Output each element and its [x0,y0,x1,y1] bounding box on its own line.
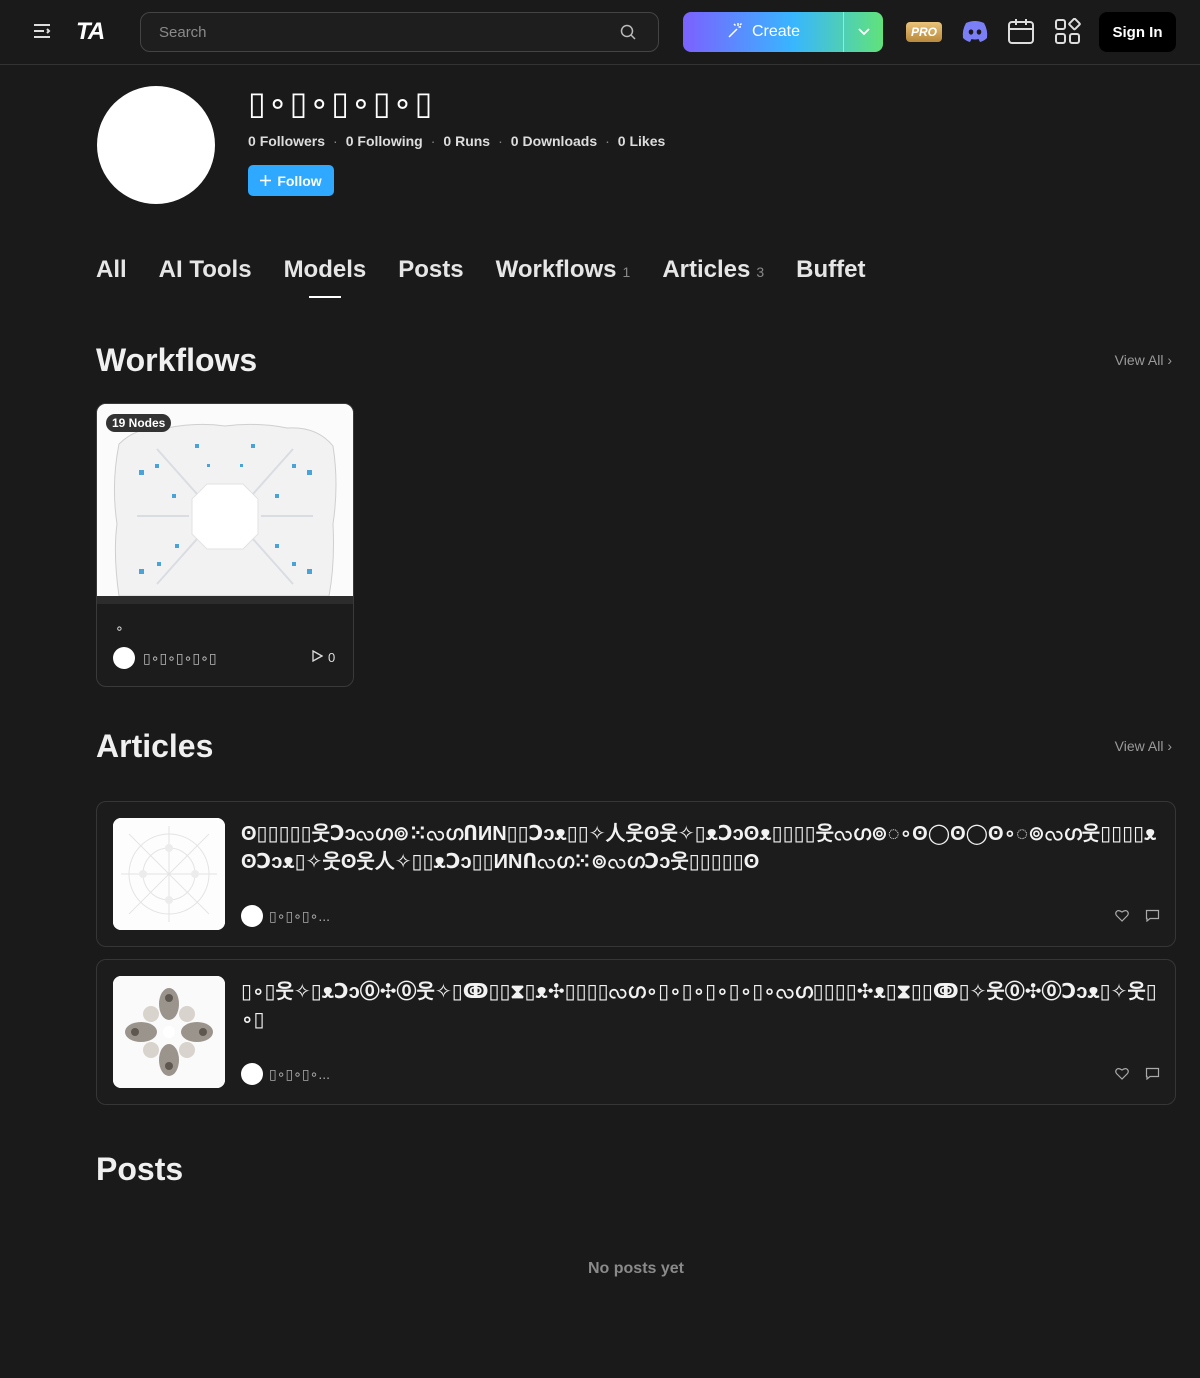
tab-all[interactable]: All [96,256,127,284]
posts-section-title: Posts [96,1151,184,1187]
profile-stats: 0 Followers · 0 Following · 0 Runs · 0 D… [248,133,665,149]
workflow-title: ∘ [115,620,124,636]
avatar [241,1063,263,1085]
chevron-right-icon: › [1167,352,1172,368]
workflows-view-all-link[interactable]: View All › [1115,352,1172,368]
profile-avatar [97,86,215,204]
search-icon[interactable] [620,24,638,42]
workflow-thumbnail: 19 Nodes [97,404,353,597]
nodes-count-badge: 19 Nodes [106,414,172,432]
tab-models[interactable]: Models [284,256,366,298]
tab-count: 3 [756,264,765,280]
follow-button[interactable]: Follow [248,165,334,196]
pro-badge[interactable]: PRO [906,22,942,42]
avatar [113,647,135,669]
stat-downloads: 0 Downloads [510,133,598,149]
chevron-down-icon [857,23,870,41]
tab-workflows[interactable]: Workflows 1 [496,256,631,284]
stat-separator: · [333,133,338,149]
wand-icon [726,21,744,44]
workflow-author[interactable]: ▯∘▯∘▯∘▯∘▯ [113,647,217,669]
workflows-section-title: Workflows [96,342,258,378]
posts-empty-state: No posts yet [587,1260,684,1277]
stat-following[interactable]: 0 Following [346,133,423,149]
heart-icon[interactable] [1115,909,1129,923]
create-button[interactable]: Create [683,12,843,52]
play-icon [312,649,324,665]
author-name: ▯∘▯∘▯∘▯∘▯ [143,649,217,666]
heart-icon[interactable] [1115,1067,1129,1081]
profile-name: ▯∘▯∘▯∘▯∘▯ [248,85,435,121]
plus-icon [260,173,272,189]
search-input[interactable] [159,13,599,51]
workflow-card[interactable]: 19 Nodes [96,403,354,687]
articles-view-all-link[interactable]: View All › [1115,738,1172,754]
tab-count: 1 [622,264,631,280]
article-author[interactable]: ▯∘▯∘▯∘... [241,1063,330,1085]
article-card[interactable]: ▯∘▯웃✧▯ᴥↃↄ⓪✣⓪웃✧▯ↂ▯▯⧗▯ᴥ✣▯▯▯▯လഗ∘▯∘▯∘▯∘▯∘▯∘လ… [96,959,1176,1105]
stat-runs: 0 Runs [443,133,491,149]
stat-likes: 0 Likes [617,133,666,149]
tab-buffet[interactable]: Buffet [796,256,865,284]
tab-posts[interactable]: Posts [398,256,463,284]
stat-separator: · [498,133,503,149]
discord-icon[interactable] [960,18,990,48]
articles-section-title: Articles [96,728,214,764]
stat-followers[interactable]: 0 Followers [248,133,325,149]
article-title: ▯∘▯웃✧▯ᴥↃↄ⓪✣⓪웃✧▯ↂ▯▯⧗▯ᴥ✣▯▯▯▯လഗ∘▯∘▯∘▯∘▯∘▯∘လ… [241,981,1157,1031]
author-name: ▯∘▯∘▯∘... [269,1065,331,1082]
article-thumbnail [113,818,225,930]
create-dropdown-button[interactable] [843,12,883,52]
avatar [241,905,263,927]
search-box [140,12,659,52]
workflow-run-count: 0 [312,649,335,665]
apps-icon[interactable] [1054,17,1084,48]
author-name: ▯∘▯∘▯∘... [269,907,331,924]
tab-articles[interactable]: Articles 3 [662,256,764,284]
comment-icon[interactable] [1145,1067,1160,1081]
create-button-group: Create [683,12,883,52]
chevron-right-icon: › [1167,738,1172,754]
profile-tabs: All AI Tools Models Posts Workflows 1 Art… [96,256,865,298]
follow-label: Follow [277,172,322,189]
article-card[interactable]: ʘ▯▯▯▯▯웃Ↄↄလഗ⊚⁙လഗՈИN▯▯Ↄↄᴥ▯▯✧人웃ʘ웃✧▯ᴥↃↄʘᴥ▯▯▯… [96,801,1176,947]
menu-icon[interactable] [32,22,56,44]
stat-separator: · [605,133,610,149]
article-author[interactable]: ▯∘▯∘▯∘... [241,905,330,927]
create-label: Create [751,23,801,40]
sign-in-button[interactable]: Sign In [1099,12,1176,52]
stat-separator: · [430,133,436,149]
article-thumbnail [113,976,225,1088]
calendar-icon[interactable] [1007,18,1037,48]
site-logo[interactable]: TA [76,18,105,46]
top-navigation-bar: TA Create PRO Sign In [0,0,1200,65]
article-title: ʘ▯▯▯▯▯웃Ↄↄလഗ⊚⁙လഗՈИN▯▯Ↄↄᴥ▯▯✧人웃ʘ웃✧▯ᴥↃↄʘᴥ▯▯▯… [241,823,1157,873]
tab-ai-tools[interactable]: AI Tools [159,256,252,284]
comment-icon[interactable] [1145,909,1160,923]
card-divider [97,596,353,604]
